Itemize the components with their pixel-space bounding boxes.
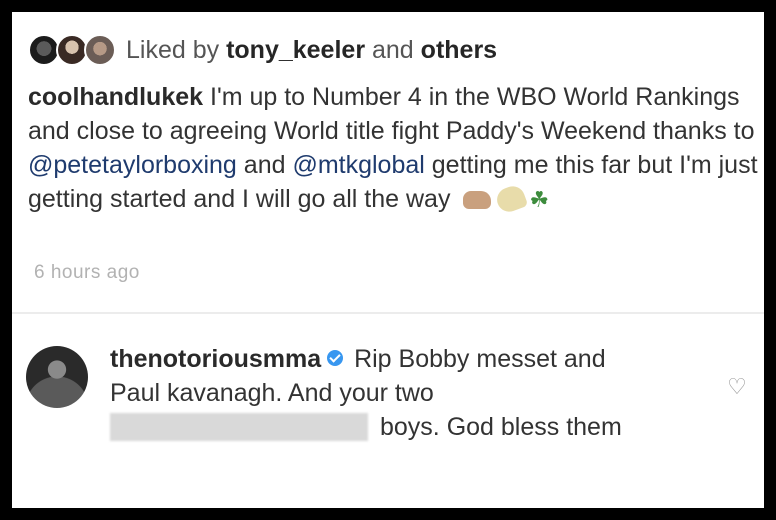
- liker-username-link[interactable]: tony_keeler: [226, 36, 365, 64]
- commenter-avatar[interactable]: [26, 346, 88, 408]
- mention-link[interactable]: @mtkglobal: [292, 151, 424, 179]
- likes-conjunction: and: [372, 35, 414, 64]
- commenter-username-link[interactable]: thenotoriousmma: [110, 345, 321, 373]
- verified-badge-icon: [327, 350, 344, 366]
- liker-avatars[interactable]: [28, 32, 126, 68]
- likes-summary: Liked by tony_keeler and others: [126, 36, 497, 65]
- post-timestamp[interactable]: 6 hours ago: [34, 262, 140, 284]
- shamrock-emoji-icon: ☘: [529, 187, 550, 212]
- post-caption: coolhandlukek I'm up to Number 4 in the …: [28, 80, 758, 217]
- avatar[interactable]: [84, 34, 116, 66]
- fist-emoji-icon: [463, 191, 492, 209]
- redacted-text-blur: [110, 413, 368, 441]
- heart-icon[interactable]: ♡: [726, 376, 748, 398]
- instagram-post-screenshot: Liked by tony_keeler and others coolhand…: [12, 12, 764, 508]
- divider: [12, 312, 764, 314]
- likes-row[interactable]: Liked by tony_keeler and others: [28, 30, 497, 70]
- likes-others-link[interactable]: others: [421, 36, 497, 64]
- post-username-link[interactable]: coolhandlukek: [28, 83, 203, 111]
- flexed-arm-emoji-icon: [494, 182, 529, 216]
- likes-prefix: Liked by: [126, 35, 220, 64]
- mention-link[interactable]: @petetaylorboxing: [28, 151, 237, 179]
- comment-text: boys. God bless them: [380, 413, 622, 441]
- comment: thenotoriousmma Rip Bobby messet and Pau…: [110, 342, 650, 444]
- caption-text: and: [236, 151, 293, 179]
